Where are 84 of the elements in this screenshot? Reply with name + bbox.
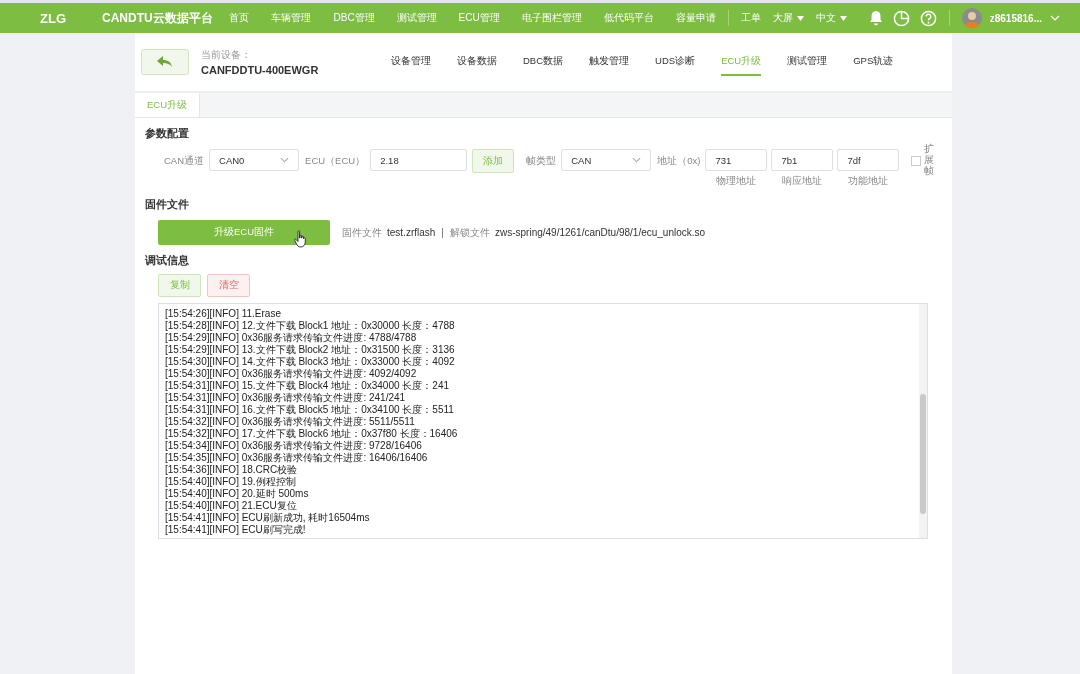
tab[interactable]: 触发管理	[589, 48, 630, 76]
nav-link[interactable]: ECU管理	[458, 11, 500, 25]
address-caption: 物理地址	[716, 174, 757, 188]
nav-link[interactable]: DBC管理	[333, 11, 375, 25]
section-heading: 参数配置	[145, 127, 190, 141]
log-line: [15:54:34][INFO] 0x36服务请求传输文件进度: 9728/16406	[165, 440, 423, 452]
field-label: 地址（0x)	[657, 154, 701, 168]
log-line: [15:54:29][INFO] 13.文件下载 Block2 地址：0x31500 长度：3136	[165, 344, 456, 356]
tab[interactable]: DBC数据	[523, 48, 564, 76]
tab[interactable]: ECU升级	[135, 93, 201, 117]
upgrade-button[interactable]: 升级ECU固件	[158, 220, 330, 245]
clear-button[interactable]: 清空	[207, 274, 250, 297]
log-line: [15:54:31][INFO] 0x36服务请求传输文件进度: 241/241	[165, 392, 407, 404]
field-label: ECU（ECU）	[305, 154, 366, 168]
nav-link[interactable]: 工单	[740, 11, 761, 25]
log-line: [15:54:31][INFO] 15.文件下载 Block4 地址：0x34000 长度：241	[165, 380, 450, 392]
caret-down-icon[interactable]	[796, 15, 804, 21]
log-line: [15:54:28][INFO] 12.文件下载 Block1 地址：0x30000 长度：4788	[165, 320, 456, 332]
file-label: 解锁文件	[449, 225, 490, 240]
nav-link[interactable]: 车辆管理	[271, 11, 312, 25]
address-input[interactable]: 731	[705, 149, 768, 171]
log-line: [15:54:40][INFO] 19.例程控制	[165, 476, 297, 488]
address-input[interactable]: 7b1	[771, 149, 834, 171]
device-label: 当前设备：	[201, 48, 252, 62]
hand-cursor-icon	[294, 230, 308, 248]
log-line: [15:54:26][INFO] 11.Erase	[165, 308, 282, 320]
log-line: [15:54:41][INFO] ECU刷写完成!	[165, 524, 307, 536]
checkbox[interactable]	[911, 156, 922, 166]
log-line: [15:54:41][INFO] ECU刷新成功, 耗时16504ms	[165, 512, 371, 524]
log-line: [15:54:35][INFO] 0x36服务请求传输文件进度: 16406/16406	[165, 452, 429, 464]
nav-link[interactable]: 测试管理	[396, 11, 437, 25]
back-arrow-icon	[157, 56, 173, 68]
address-caption: 功能地址	[848, 174, 889, 188]
bell-icon[interactable]	[868, 10, 883, 26]
chevron-down-icon	[632, 157, 642, 163]
log-line: [15:54:40][INFO] 20.延时 500ms	[165, 488, 310, 500]
device-name: CANFDDTU-400EWGR	[201, 64, 320, 76]
tab[interactable]: ECU升级	[721, 48, 762, 76]
file-path: zws-spring/49/1261/canDtu/98/1/ecu_unlock.so	[494, 227, 706, 238]
field-label: 帧类型	[526, 154, 557, 168]
caret-down-icon[interactable]	[839, 15, 847, 21]
avatar-icon[interactable]	[961, 8, 982, 28]
logo[interactable]: ZLG	[40, 10, 66, 26]
tab[interactable]: UDS诊断	[655, 48, 696, 76]
log-line: [15:54:31][INFO] 16.文件下载 Block5 地址：0x34100 长度：5511	[165, 404, 455, 416]
checkbox-label: 扩展帧	[924, 143, 935, 176]
address-caption: 响应地址	[782, 174, 823, 188]
separator: |	[441, 227, 444, 238]
channel-select[interactable]: CAN0	[209, 149, 300, 171]
field-label: CAN通道	[164, 154, 205, 168]
log-line: [15:54:30][INFO] 0x36服务请求传输文件进度: 4092/4092	[165, 368, 418, 380]
tab[interactable]: 设备数据	[457, 48, 497, 76]
log-line: [15:54:32][INFO] 0x36服务请求传输文件进度: 5511/5511	[165, 416, 416, 428]
nav-link[interactable]: 容量申请	[675, 11, 716, 25]
log-line: [15:54:30][INFO] 14.文件下载 Block3 地址：0x33000 长度：4092	[165, 356, 456, 368]
file-name: test.zrflash	[387, 227, 436, 238]
platform-title: CANDTU云数据平台	[102, 9, 213, 27]
section-heading: 固件文件	[145, 198, 190, 212]
address-input[interactable]: 7df	[837, 149, 900, 171]
dropdown-menu[interactable]: 中文	[815, 11, 836, 25]
log-line: [15:54:36][INFO] 18.CRC校验	[165, 464, 299, 476]
user-name[interactable]: z8615816...	[989, 12, 1042, 24]
chevron-down-icon	[280, 157, 290, 163]
log-line: [15:54:32][INFO] 17.文件下载 Block6 地址：0x37f80 长度：16406	[165, 428, 459, 440]
nav-link[interactable]: 低代码平台	[603, 11, 654, 25]
file-label: 固件文件	[342, 225, 382, 240]
back-button[interactable]	[141, 49, 189, 75]
dropdown-menu[interactable]: 大屏	[772, 11, 793, 25]
log-line: [15:54:29][INFO] 0x36服务请求传输文件进度: 4788/4788	[165, 332, 418, 344]
nav-link[interactable]: 首页	[229, 11, 250, 25]
nav-link[interactable]: 电子围栏管理	[521, 11, 582, 25]
tab[interactable]: 设备管理	[391, 48, 431, 76]
tab[interactable]: 测试管理	[787, 48, 828, 76]
ecu-input[interactable]: 2.18	[370, 149, 468, 171]
section-heading: 调试信息	[145, 254, 190, 268]
tab[interactable]: GPS轨迹	[853, 48, 894, 76]
pie-chart-icon[interactable]	[892, 9, 910, 27]
log-line: [15:54:40][INFO] 21.ECU复位	[165, 500, 298, 512]
frame-type-select[interactable]: CAN	[561, 149, 652, 171]
add-button[interactable]: 添加	[472, 149, 515, 173]
scrollbar[interactable]	[919, 304, 927, 538]
chevron-down-icon[interactable]	[1050, 15, 1060, 21]
copy-button[interactable]: 复制	[158, 274, 201, 297]
help-icon[interactable]	[919, 9, 937, 27]
